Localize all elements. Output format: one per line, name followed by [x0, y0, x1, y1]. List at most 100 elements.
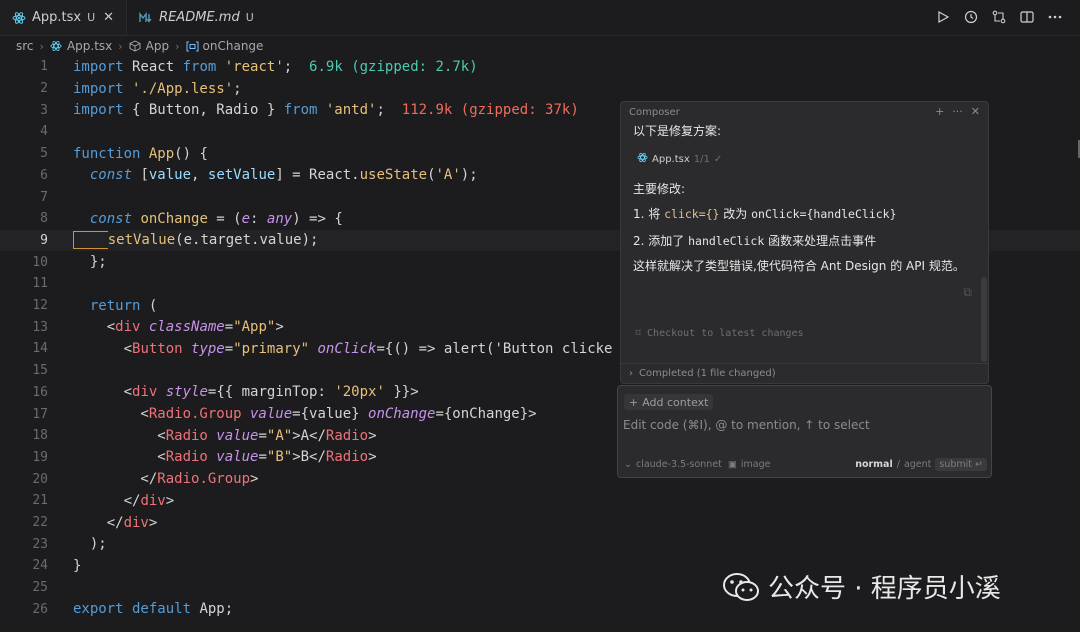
more-icon[interactable] [1048, 9, 1062, 25]
add-context-button[interactable]: + Add context [624, 394, 714, 410]
line-number: 10 [32, 254, 48, 270]
tab-bar: App.tsx U ✕ README.md U [0, 0, 1080, 36]
code-token: e [241, 210, 251, 227]
image-button[interactable]: ▣ image [728, 459, 771, 470]
code-token: className [140, 319, 225, 336]
composer-input-panel: + Add context Edit code (⌘I), @ to menti… [617, 385, 992, 478]
react-icon [12, 11, 26, 25]
add-context-label: Add context [642, 395, 709, 409]
inline-code: click={} [664, 207, 720, 221]
close-icon[interactable]: ✕ [971, 105, 980, 118]
markdown-icon [139, 11, 153, 25]
composer-input-footer: ⌄ claude-3.5-sonnet ▣ image normal / age… [624, 458, 987, 471]
item-text: 2. 添加了 [633, 234, 689, 248]
close-icon[interactable]: ✕ [103, 10, 114, 25]
code-token [73, 231, 108, 250]
line-number: 13 [32, 319, 48, 335]
submit-button[interactable]: submit ↵ [935, 458, 987, 471]
status-text: Completed (1 file changed) [639, 368, 776, 379]
run-icon[interactable] [936, 9, 950, 25]
code-token: setValue [107, 232, 176, 249]
line-number: 20 [32, 471, 48, 487]
code-token: "App" [233, 319, 276, 336]
code-token: Radio.Group [157, 471, 251, 488]
import-cost: 6.9k (gzipped: 2.7k) [309, 58, 478, 75]
code-token: < [73, 319, 116, 336]
line-number: 8 [40, 211, 48, 227]
checkout-label: Checkout to latest changes [647, 328, 804, 339]
code-line: 22 </div> [0, 512, 1080, 534]
split-editor-icon[interactable] [1020, 9, 1034, 25]
line-number: 14 [32, 341, 48, 357]
code-token: < [73, 406, 149, 423]
line-number: 6 [40, 167, 48, 183]
code-token: type [182, 340, 225, 357]
plus-icon[interactable]: + [935, 105, 944, 118]
image-icon: ▣ [727, 459, 737, 470]
tab-label: App.tsx [32, 10, 82, 25]
chevron-right-icon: › [629, 368, 633, 379]
code-token: ={onChange}> [435, 406, 537, 423]
model-selector[interactable]: ⌄ claude-3.5-sonnet [624, 459, 722, 470]
compare-changes-icon[interactable] [992, 9, 1006, 25]
code-token: useState [359, 167, 428, 184]
code-token: export default [73, 601, 192, 618]
variable-icon [186, 40, 199, 53]
code-token: }}> [384, 384, 419, 401]
mode-normal[interactable]: normal [855, 459, 893, 470]
inline-code: handleClick [688, 234, 765, 248]
breadcrumb-symbol-app[interactable]: App [146, 39, 169, 53]
code-token: App; [191, 601, 234, 618]
code-line: 1 import React from 'react'; 6.9k (gzipp… [0, 56, 1080, 78]
copy-icon[interactable]: ⧉ [963, 285, 972, 300]
code-token: 'react' [216, 58, 284, 75]
line-number: 4 [40, 124, 48, 140]
code-token: Radio.Group [148, 406, 242, 423]
mode-separator: / [896, 459, 900, 470]
code-token: > [148, 514, 158, 531]
composer-title: Composer [629, 107, 680, 118]
composer-actions: + ··· ✕ [935, 105, 980, 118]
chevron-right-icon: › [39, 39, 44, 53]
breadcrumb: src › App.tsx › App › onChange [16, 37, 263, 55]
model-name: claude-3.5-sonnet [635, 459, 722, 470]
code-token: Radio [325, 449, 369, 466]
composer-item-1: 1. 将 click={} 改为 onClick={handleClick} [633, 205, 897, 222]
tab-readme-md[interactable]: README.md U [127, 0, 266, 35]
more-icon[interactable]: ··· [952, 105, 963, 118]
tab-app-tsx[interactable]: App.tsx U ✕ [0, 0, 128, 35]
file-chip[interactable]: App.tsx 1/1 ✓ [637, 152, 722, 166]
code-token: > [368, 427, 377, 444]
breadcrumb-src[interactable]: src [16, 39, 34, 53]
code-token: import [73, 102, 124, 119]
line-number: 15 [32, 363, 48, 379]
untracked-badge: U [87, 11, 96, 24]
composer-intro: 以下是修复方案: [633, 124, 722, 138]
code-token: Radio [165, 427, 208, 444]
composer-scrollbar[interactable] [981, 277, 987, 362]
composer-input[interactable]: Edit code (⌘I), @ to mention, ↑ to selec… [623, 418, 870, 432]
code-token: 'antd' [317, 102, 377, 119]
chevron-right-icon: › [118, 39, 123, 53]
breadcrumb-file[interactable]: App.tsx [67, 39, 112, 53]
code-line: 23 ); [0, 533, 1080, 555]
code-token: function [73, 145, 141, 162]
code-token: = [258, 449, 267, 466]
line-number: 21 [32, 493, 48, 509]
bookmark-icon: ⌑ [635, 328, 642, 339]
mode-agent[interactable]: agent [904, 459, 931, 470]
react-icon [50, 40, 63, 53]
watermark-text: 公众号 · 程序员小溪 [768, 574, 1001, 604]
cube-icon [129, 40, 142, 53]
checkout-button[interactable]: ⌑ Checkout to latest changes [635, 328, 804, 339]
code-token: () { [174, 145, 208, 162]
tab-label: README.md [159, 10, 240, 25]
code-token: > [250, 471, 259, 488]
code-token: "A" [266, 427, 293, 444]
history-icon[interactable] [964, 9, 978, 25]
composer-status[interactable]: › Completed (1 file changed) [621, 363, 988, 383]
item-text: 改为 [719, 207, 752, 221]
code-token: value [207, 427, 259, 444]
breadcrumb-symbol-onchange[interactable]: onChange [203, 39, 264, 53]
image-label: image [740, 459, 771, 470]
